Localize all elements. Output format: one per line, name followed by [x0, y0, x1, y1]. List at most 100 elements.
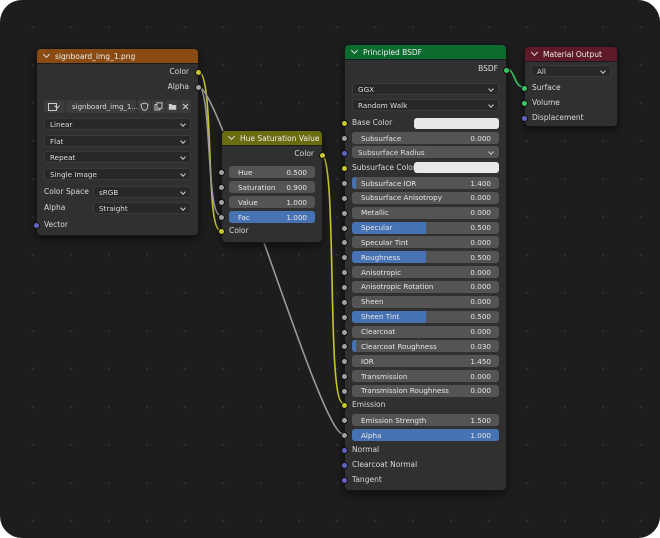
sheen-tint-field[interactable]: Sheen Tint 0.500: [352, 310, 499, 323]
collapse-chevron-icon[interactable]: [350, 46, 359, 55]
transmission-field[interactable]: Transmission 0.000: [352, 370, 499, 383]
subsurface-color-swatch[interactable]: [414, 162, 499, 173]
input-subsurface-ior-socket[interactable]: [341, 180, 348, 187]
close-icon: [182, 103, 188, 110]
field-value: 0.000: [470, 193, 491, 203]
input-subsurface-radius-socket[interactable]: [341, 150, 348, 157]
input-subsurface-color-socket[interactable]: [341, 165, 348, 172]
bsdf-output-socket[interactable]: [503, 67, 510, 74]
anisotropic-field[interactable]: Anisotropic 0.000: [352, 266, 499, 279]
extension-dropdown[interactable]: Repeat: [44, 151, 191, 163]
input-subsurface-anisotropy-socket[interactable]: [341, 194, 348, 202]
field-value: 0.000: [470, 282, 491, 292]
subsurface-method-dropdown[interactable]: Random Walk: [352, 99, 499, 111]
input-emission-socket[interactable]: [341, 402, 348, 409]
image-browse-button[interactable]: [44, 100, 65, 113]
subsurface-radius-dropdown[interactable]: Subsurface Radius: [352, 146, 499, 158]
input-saturation-socket[interactable]: [218, 184, 225, 191]
bsdf-node-header[interactable]: Principled BSDF: [345, 45, 506, 60]
subsurface-anisotropy-field[interactable]: Subsurface Anisotropy 0.000: [352, 191, 499, 204]
input-fac-socket[interactable]: [218, 214, 225, 221]
input-subsurface-socket[interactable]: [341, 135, 348, 142]
alpha-mode-dropdown[interactable]: Straight: [93, 202, 191, 214]
value-field[interactable]: Value 1.000: [229, 196, 315, 208]
field-value: 0.030: [470, 341, 491, 351]
roughness-field[interactable]: Roughness 0.500: [352, 251, 499, 264]
open-image-button[interactable]: [166, 100, 178, 113]
fake-user-button[interactable]: [138, 100, 151, 113]
input-sheen-socket[interactable]: [341, 298, 348, 306]
input-hue-socket[interactable]: [218, 169, 225, 176]
input-specular-tint-socket[interactable]: [341, 239, 348, 247]
collapse-chevron-icon[interactable]: [42, 50, 51, 59]
output-color-socket[interactable]: [195, 69, 202, 76]
image-texture-node[interactable]: signboard_img_1.png Color Alpha signboar…: [33, 48, 202, 236]
input-specular-socket[interactable]: [341, 224, 348, 232]
input-value-socket[interactable]: [218, 199, 225, 206]
alpha-field[interactable]: Alpha 1.000: [352, 429, 499, 441]
emission-strength-value: 1.500: [470, 415, 491, 425]
anisotropic-rotation-field[interactable]: Anisotropic Rotation 0.000: [352, 280, 499, 293]
base-color-swatch[interactable]: [414, 118, 499, 129]
collapse-chevron-icon[interactable]: [227, 132, 236, 141]
color-space-dropdown[interactable]: sRGB: [93, 186, 191, 198]
input-roughness-socket[interactable]: [341, 254, 348, 262]
output-target-dropdown[interactable]: All: [531, 65, 611, 77]
input-transmission-socket[interactable]: [341, 373, 348, 381]
unlink-image-button[interactable]: [179, 100, 191, 113]
fac-field[interactable]: Fac 1.000: [229, 211, 315, 223]
clearcoat-field[interactable]: Clearcoat 0.000: [352, 325, 499, 338]
projection-dropdown[interactable]: Flat: [44, 135, 191, 147]
hue-output-color-socket[interactable]: [319, 152, 326, 159]
input-clearcoat-socket[interactable]: [341, 328, 348, 336]
collapse-chevron-icon[interactable]: [530, 48, 539, 57]
image-name-field[interactable]: signboard_img_1....: [66, 100, 140, 113]
image-node-header[interactable]: signboard_img_1.png: [37, 49, 198, 64]
chevron-down-icon: [180, 121, 186, 127]
input-anisotropic-socket[interactable]: [341, 269, 348, 277]
saturation-field[interactable]: Saturation 0.900: [229, 181, 315, 193]
input-surface-socket[interactable]: [521, 85, 528, 92]
specular-tint-field[interactable]: Specular Tint 0.000: [352, 236, 499, 249]
hue-saturation-value-node[interactable]: Hue Saturation Value Color Hue 0.500 Satur…: [218, 130, 326, 243]
input-base-color-socket[interactable]: [341, 120, 348, 127]
input-transmission-roughness-socket[interactable]: [341, 387, 348, 395]
input-displacement-socket[interactable]: [521, 115, 528, 122]
input-vector-socket[interactable]: [33, 222, 40, 229]
sheen-field[interactable]: Sheen 0.000: [352, 295, 499, 308]
input-clearcoat-roughness-socket[interactable]: [341, 343, 348, 351]
specular-field[interactable]: Specular 0.500: [352, 221, 499, 234]
clearcoat-roughness-field[interactable]: Clearcoat Roughness 0.030: [352, 340, 499, 353]
input-clearcoat-normal-socket[interactable]: [341, 462, 348, 469]
distribution-dropdown[interactable]: GGX: [352, 83, 499, 95]
material-output-node[interactable]: Material Output All Surface Volume Displ…: [521, 46, 618, 127]
duplicate-image-button[interactable]: [152, 100, 165, 113]
subsurface-ior-field[interactable]: Subsurface IOR 1.400: [352, 177, 499, 189]
source-dropdown[interactable]: Single Image: [44, 168, 191, 180]
output-node-header[interactable]: Material Output: [525, 47, 617, 62]
subsurface-field[interactable]: Subsurface 0.000: [352, 132, 499, 144]
input-alpha-socket[interactable]: [341, 432, 348, 439]
node-editor[interactable]: signboard_img_1.png Color Alpha signboar…: [0, 0, 660, 538]
interpolation-dropdown[interactable]: Linear: [44, 118, 191, 130]
field-label: Specular: [361, 223, 393, 233]
input-anisotropic-rotation-socket[interactable]: [341, 283, 348, 291]
hue-input-color-socket[interactable]: [218, 228, 225, 235]
emission-strength-field[interactable]: Emission Strength 1.500: [352, 414, 499, 426]
hue-node-header[interactable]: Hue Saturation Value: [222, 131, 322, 146]
transmission-roughness-field[interactable]: Transmission Roughness 0.000: [352, 384, 499, 397]
hue-field[interactable]: Hue 0.500: [229, 166, 315, 178]
input-emission-strength-socket[interactable]: [341, 417, 348, 424]
input-metallic-socket[interactable]: [341, 209, 348, 217]
input-tangent-socket[interactable]: [341, 477, 348, 484]
field-value: 0.000: [470, 237, 491, 247]
input-volume-socket[interactable]: [521, 100, 528, 107]
input-sheen-tint-socket[interactable]: [341, 313, 348, 321]
input-ior-socket[interactable]: [341, 358, 348, 366]
ior-field[interactable]: IOR 1.450: [352, 355, 499, 368]
input-normal-socket[interactable]: [341, 447, 348, 454]
principled-bsdf-node[interactable]: Principled BSDF BSDF GGX Random Walk Bas…: [341, 44, 510, 491]
metallic-field[interactable]: Metallic 0.000: [352, 206, 499, 219]
subsurface-field-value: 0.000: [470, 133, 491, 143]
output-alpha-socket[interactable]: [195, 84, 202, 91]
